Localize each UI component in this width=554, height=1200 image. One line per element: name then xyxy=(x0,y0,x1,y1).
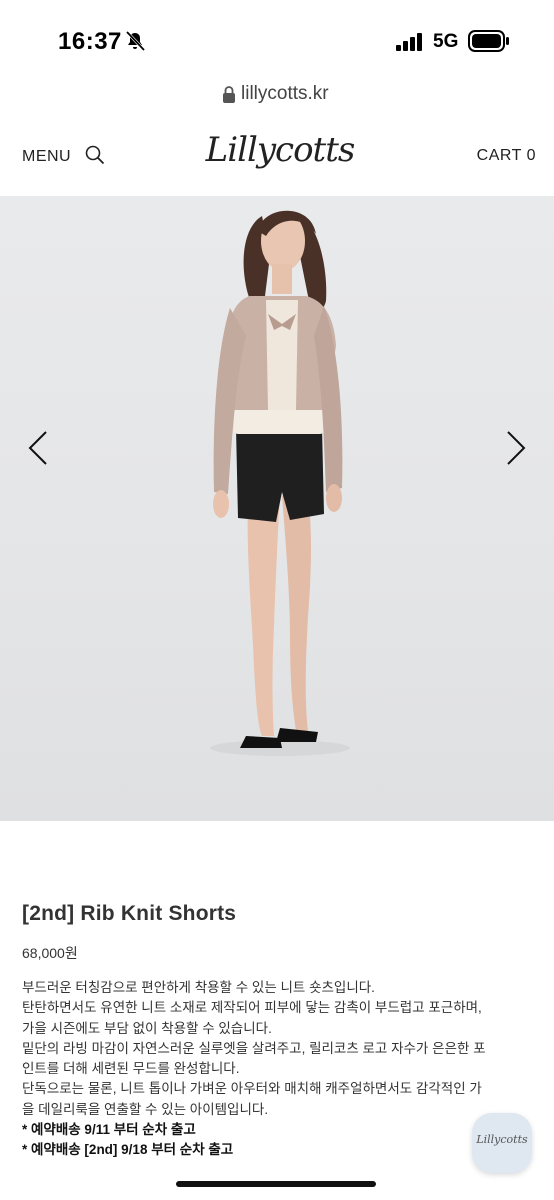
product-title: [2nd] Rib Knit Shorts xyxy=(22,902,237,925)
address-bar[interactable]: lillycotts.kr xyxy=(0,80,554,110)
cart-button[interactable]: CART 0 xyxy=(477,147,536,165)
chevron-left-icon[interactable] xyxy=(24,428,54,468)
url-text[interactable]: lillycotts.kr xyxy=(241,83,329,105)
product-image-carousel[interactable] xyxy=(0,196,554,821)
product-price: 68,000원 xyxy=(22,945,78,961)
description-line: 탄탄하면서도 유연한 니트 소재로 제작되어 피부에 닿는 감촉이 부드럽고 포… xyxy=(22,1000,482,1016)
description-line: 을 데일리룩을 연출할 수 있는 아이템입니다. xyxy=(22,1101,269,1117)
description-line: 단독으로는 물론, 니트 톱이나 가벼운 아우터와 매치해 캐주얼하면서도 감각… xyxy=(22,1081,482,1097)
site-header: MENU Lillycotts CART 0 xyxy=(0,110,554,196)
battery-icon xyxy=(468,30,509,52)
shipping-note: * 예약배송 9/11 부터 순차 출고 xyxy=(22,1122,196,1138)
menu-button[interactable]: MENU xyxy=(22,148,71,166)
floating-badge-label: Lillycotts xyxy=(476,1133,528,1146)
search-icon[interactable] xyxy=(85,145,105,165)
bell-muted-icon xyxy=(125,30,146,52)
floating-chat-button[interactable]: Lillycotts xyxy=(472,1113,532,1173)
chevron-right-icon[interactable] xyxy=(500,428,530,468)
status-time: 16:37 xyxy=(58,28,122,55)
signal-icon xyxy=(396,33,422,51)
description-line: 인트를 더해 세련된 무드를 완성합니다. xyxy=(22,1061,240,1077)
shipping-note: * 예약배송 [2nd] 9/18 부터 순차 출고 xyxy=(22,1142,234,1158)
description-line: 밑단의 라빙 마감이 자연스러운 실루엣을 살려주고, 릴리코츠 로고 자수가 … xyxy=(22,1040,486,1056)
description-line: 부드러운 터칭감으로 편안하게 착용할 수 있는 니트 숏츠입니다. xyxy=(22,980,375,995)
network-label: 5G xyxy=(433,31,459,52)
brand-logo-text: Lillycotts xyxy=(205,130,356,170)
product-description: 부드러운 터칭감으로 편안하게 착용할 수 있는 니트 숏츠입니다. 탄탄하면서… xyxy=(22,978,542,1161)
description-line: 가을 시즌에도 부담 없이 착용할 수 있습니다. xyxy=(22,1020,272,1036)
status-bar: 16:37 5G xyxy=(0,0,554,80)
product-photo xyxy=(210,210,350,756)
home-indicator[interactable] xyxy=(176,1181,376,1187)
lock-icon xyxy=(223,86,235,103)
brand-logo[interactable]: Lillycotts xyxy=(200,122,360,184)
